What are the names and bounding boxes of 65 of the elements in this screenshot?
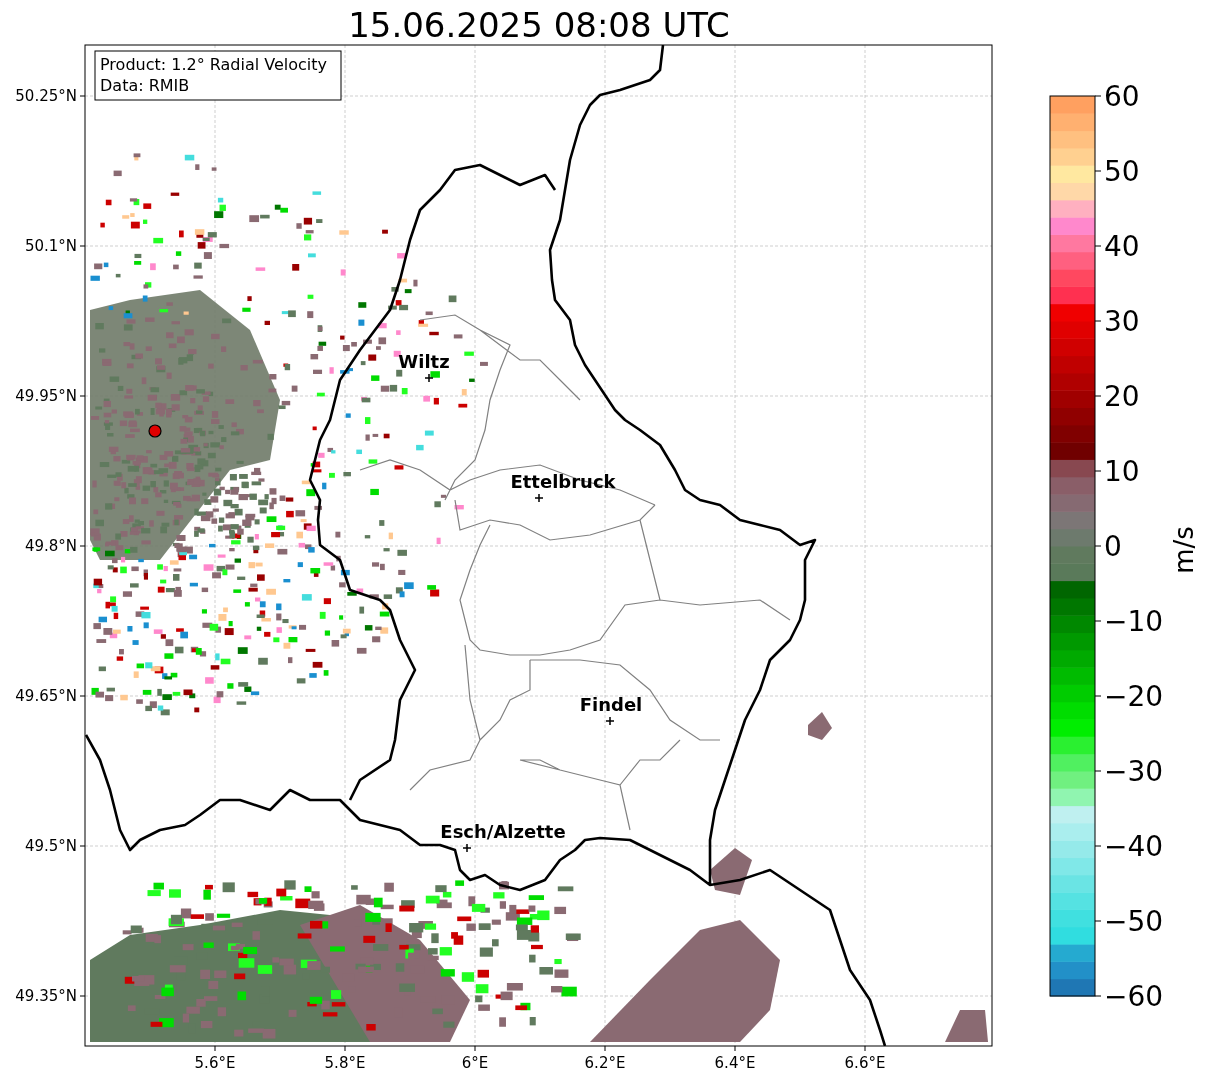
city-label: Findel xyxy=(579,694,643,715)
tick-mark xyxy=(79,695,86,697)
tick-mark xyxy=(79,845,86,847)
tick-mark xyxy=(604,1045,606,1052)
axis-label: m/s xyxy=(1169,526,1199,574)
tick-label: −30 xyxy=(1104,755,1164,788)
radar-site-marker xyxy=(148,424,162,438)
tick-label: 49.65°N xyxy=(15,687,77,705)
tick-mark xyxy=(79,245,86,247)
tick-mark xyxy=(1094,545,1102,547)
tick-label: 6.2°E xyxy=(584,1054,626,1072)
info-text: Data: RMIB xyxy=(100,76,190,95)
tick-label: 49.35°N xyxy=(15,987,77,1005)
tick-mark xyxy=(1094,620,1102,622)
tick-label: −20 xyxy=(1104,680,1164,713)
tick-mark xyxy=(1094,770,1102,772)
tick-mark xyxy=(1094,845,1102,847)
tick-label: −10 xyxy=(1104,605,1164,638)
tick-mark xyxy=(79,95,86,97)
city-label: Wiltz xyxy=(398,351,450,372)
tick-mark xyxy=(1094,995,1102,997)
tick-mark xyxy=(214,1045,216,1052)
tick-mark xyxy=(1094,470,1102,472)
tick-mark xyxy=(1094,95,1102,97)
tick-label: 50.1°N xyxy=(24,237,77,255)
tick-label: 50.25°N xyxy=(15,87,77,105)
tick-label: 49.95°N xyxy=(15,387,77,405)
tick-mark xyxy=(1094,245,1102,247)
tick-label: 49.8°N xyxy=(24,537,77,555)
tick-mark xyxy=(79,995,86,997)
tick-label: 40 xyxy=(1104,230,1140,263)
tick-label: 6°E xyxy=(461,1054,489,1072)
city-label: Esch/Alzette xyxy=(440,821,566,842)
city-marker xyxy=(424,373,434,383)
tick-mark xyxy=(864,1045,866,1052)
tick-label: 6.4°E xyxy=(714,1054,756,1072)
tick-mark xyxy=(79,395,86,397)
tick-mark xyxy=(734,1045,736,1052)
tick-mark xyxy=(344,1045,346,1052)
tick-label: 49.5°N xyxy=(24,837,77,855)
tick-label: 60 xyxy=(1104,80,1140,113)
city-marker xyxy=(462,843,472,853)
tick-label: 10 xyxy=(1104,455,1140,488)
tick-label: −40 xyxy=(1104,830,1164,863)
tick-label: 5.6°E xyxy=(194,1054,236,1072)
city-marker xyxy=(534,493,544,503)
tick-mark xyxy=(1094,170,1102,172)
tick-mark xyxy=(474,1045,476,1052)
tick-label: −50 xyxy=(1104,905,1164,938)
tick-label: −60 xyxy=(1104,980,1164,1013)
tick-label: 30 xyxy=(1104,305,1140,338)
tick-label: 6.6°E xyxy=(844,1054,886,1072)
city-marker xyxy=(605,716,615,726)
tick-label: 5.8°E xyxy=(324,1054,366,1072)
tick-mark xyxy=(1094,920,1102,922)
info-text: Product: 1.2° Radial Velocity xyxy=(100,55,328,74)
chart-title: 15.06.2025 08:08 UTC xyxy=(348,5,730,45)
city-label: Ettelbruck xyxy=(510,471,616,492)
tick-label: 20 xyxy=(1104,380,1140,413)
tick-label: 50 xyxy=(1104,155,1140,188)
tick-mark xyxy=(1094,695,1102,697)
tick-mark xyxy=(1094,395,1102,397)
tick-label: 0 xyxy=(1104,530,1122,563)
tick-mark xyxy=(79,545,86,547)
tick-mark xyxy=(1094,320,1102,322)
